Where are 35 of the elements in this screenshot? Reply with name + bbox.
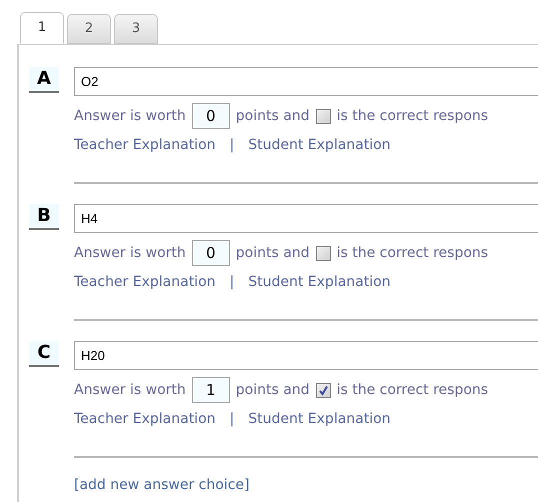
- correct-checkbox[interactable]: [316, 108, 331, 124]
- points-label: points and: [236, 244, 310, 262]
- tab[interactable]: 1: [20, 12, 64, 44]
- answer-letter: C: [29, 341, 59, 367]
- student-explanation-link[interactable]: Student Explanation: [248, 272, 391, 293]
- points-input[interactable]: 0: [192, 240, 230, 266]
- points-label: points and: [236, 106, 310, 126]
- add-answer-link[interactable]: [add new answer choice]: [74, 477, 250, 493]
- worth-label: Answer is worth: [74, 106, 186, 126]
- student-explanation-link[interactable]: Student Explanation: [248, 135, 391, 156]
- answer-letter: B: [29, 204, 59, 230]
- tab[interactable]: 2: [67, 14, 111, 44]
- answer-input[interactable]: O2: [74, 67, 538, 96]
- answer-input[interactable]: H4: [74, 204, 538, 233]
- correct-label: is the correct respons: [336, 380, 488, 400]
- correct-label: is the correct respons: [336, 244, 488, 262]
- answer-input[interactable]: H20: [74, 341, 538, 370]
- teacher-explanation-link[interactable]: Teacher Explanation: [74, 135, 216, 156]
- student-explanation-link[interactable]: Student Explanation: [248, 409, 391, 430]
- points-input[interactable]: 0: [192, 103, 230, 129]
- points-label: points and: [236, 380, 310, 400]
- worth-label: Answer is worth: [74, 244, 186, 262]
- tab[interactable]: 3: [114, 14, 158, 44]
- separator: |: [230, 410, 234, 429]
- correct-checkbox[interactable]: [316, 246, 331, 260]
- separator: |: [230, 273, 234, 292]
- teacher-explanation-link[interactable]: Teacher Explanation: [74, 272, 216, 293]
- check-icon: [318, 384, 329, 396]
- correct-label: is the correct respons: [336, 106, 488, 126]
- answer-letter: A: [29, 67, 59, 93]
- correct-checkbox[interactable]: [316, 382, 331, 398]
- worth-label: Answer is worth: [74, 380, 186, 400]
- points-input[interactable]: 1: [192, 377, 230, 403]
- separator: |: [230, 136, 234, 155]
- teacher-explanation-link[interactable]: Teacher Explanation: [74, 409, 216, 430]
